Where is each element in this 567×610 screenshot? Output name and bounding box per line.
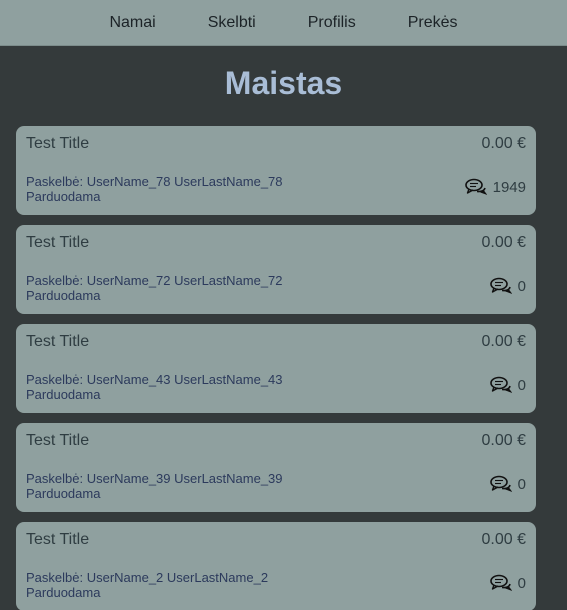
listing-title: Test Title — [26, 333, 90, 350]
comments-count: 0 — [517, 475, 526, 493]
page-title: Maistas — [224, 65, 343, 101]
listing-card[interactable]: Test Title 0.00 € Paskelbė: UserName_72 … — [16, 225, 536, 314]
listing-author: Paskelbė: UserName_43 UserLastName_43 — [26, 372, 283, 387]
comments-count-group[interactable]: 0 — [489, 376, 526, 394]
listing-status: Parduodama — [26, 585, 101, 600]
listing-title: Test Title — [26, 432, 90, 449]
listing-author: Paskelbė: UserName_39 UserLastName_39 — [26, 471, 283, 486]
comments-count: 0 — [517, 574, 526, 592]
chat-bubbles-icon — [489, 376, 512, 393]
nav-link-skelbti[interactable]: Skelbti — [182, 0, 282, 46]
nav-link-profilis[interactable]: Profilis — [282, 0, 382, 46]
listing-card[interactable]: Test Title 0.00 € Paskelbė: UserName_2 U… — [16, 522, 536, 610]
listing-card[interactable]: Test Title 0.00 € Paskelbė: UserName_39 … — [16, 423, 536, 512]
listing-price: 0.00 € — [481, 333, 526, 350]
comments-count-group[interactable]: 0 — [489, 475, 526, 493]
chat-bubbles-icon — [489, 574, 512, 591]
listing-status: Parduodama — [26, 189, 101, 204]
listing-price: 0.00 € — [481, 531, 526, 548]
nav-link-namai[interactable]: Namai — [83, 0, 181, 46]
listing-author: Paskelbė: UserName_78 UserLastName_78 — [26, 174, 283, 189]
comments-count: 0 — [517, 277, 526, 295]
nav-link-prekes[interactable]: Prekės — [382, 0, 484, 46]
listing-price: 0.00 € — [481, 135, 526, 152]
listing-author: Paskelbė: UserName_2 UserLastName_2 — [26, 570, 269, 585]
listing-title: Test Title — [26, 531, 90, 548]
chat-bubbles-icon — [489, 475, 512, 492]
comments-count-group[interactable]: 1949 — [464, 178, 526, 196]
comments-count: 0 — [517, 376, 526, 394]
comments-count: 1949 — [492, 178, 526, 196]
chat-bubbles-icon — [464, 178, 487, 195]
comments-count-group[interactable]: 0 — [489, 574, 526, 592]
listing-status: Parduodama — [26, 387, 101, 402]
listing-status: Parduodama — [26, 486, 101, 501]
listing-title: Test Title — [26, 135, 90, 152]
chat-bubbles-icon — [489, 277, 512, 294]
listing-price: 0.00 € — [481, 234, 526, 251]
listing-author: Paskelbė: UserName_72 UserLastName_72 — [26, 273, 283, 288]
listing-title: Test Title — [26, 234, 90, 251]
listing-card[interactable]: Test Title 0.00 € Paskelbė: UserName_78 … — [16, 126, 536, 215]
listing-status: Parduodama — [26, 288, 101, 303]
top-navigation: Namai Skelbti Profilis Prekės — [0, 0, 567, 46]
comments-count-group[interactable]: 0 — [489, 277, 526, 295]
listing-card[interactable]: Test Title 0.00 € Paskelbė: UserName_43 … — [16, 324, 536, 413]
listing-list: Test Title 0.00 € Paskelbė: UserName_78 … — [0, 126, 567, 610]
listing-price: 0.00 € — [481, 432, 526, 449]
